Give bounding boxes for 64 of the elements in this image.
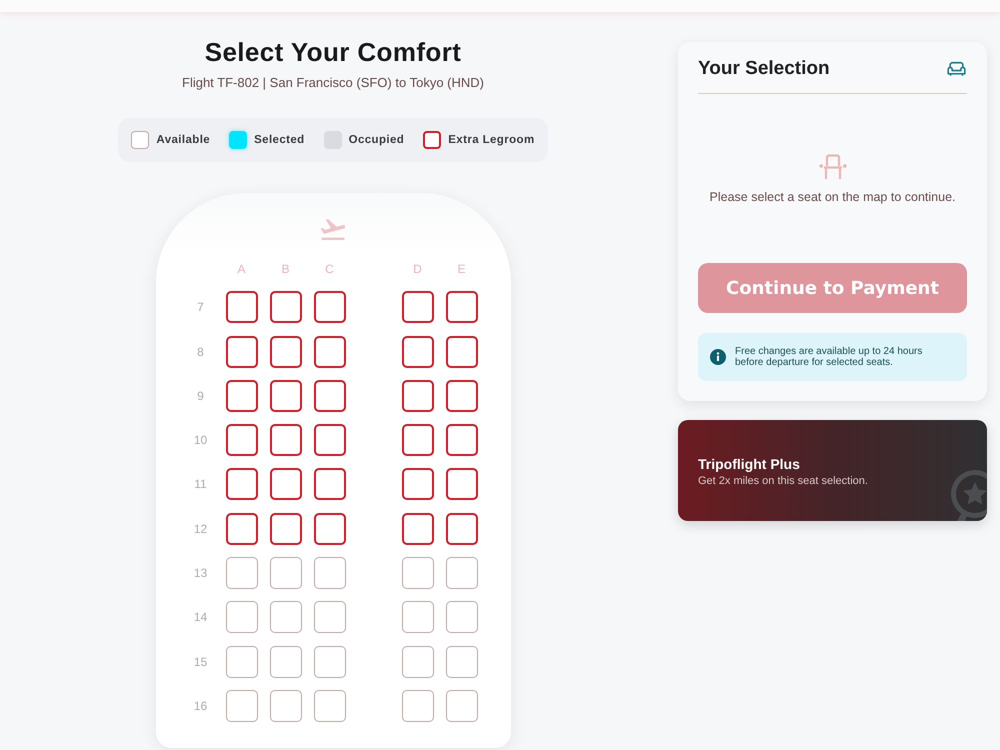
seat[interactable] <box>270 380 302 412</box>
seat[interactable] <box>446 380 478 412</box>
seat[interactable] <box>446 468 478 500</box>
row-number: 10 <box>192 433 208 448</box>
seat[interactable] <box>226 424 258 456</box>
info-icon <box>710 349 726 365</box>
row-number: 12 <box>192 522 208 536</box>
seat[interactable] <box>314 380 346 412</box>
seat[interactable] <box>402 380 434 412</box>
sofa-icon <box>947 61 966 77</box>
legend-swatch-icon <box>423 131 442 149</box>
seat[interactable] <box>270 424 302 456</box>
promo-text: Get 2x miles on this seat selection. <box>698 475 868 488</box>
seat[interactable] <box>446 512 478 545</box>
row-number: 9 <box>196 388 205 403</box>
column-letter: A <box>236 262 246 276</box>
medal-icon <box>951 470 987 521</box>
promo-title: Tripoflight Plus <box>698 456 800 473</box>
seat[interactable] <box>402 468 434 500</box>
flight-info: Flight TF-802 | San Francisco (SFO) to Tokyo (HND) <box>182 74 484 91</box>
seat[interactable] <box>226 380 258 412</box>
seat[interactable] <box>270 291 302 324</box>
empty-state-message: Please select a seat on the map to continue. <box>710 189 956 205</box>
seat[interactable] <box>314 291 346 324</box>
column-letter: B <box>280 262 290 276</box>
row-number: 15 <box>192 654 208 669</box>
notice-text: Free changes are available up to 24 hours before departure for selected seats. <box>735 346 924 368</box>
page-title: Select Your Comfort <box>204 36 462 68</box>
seat[interactable] <box>446 291 478 324</box>
column-letter: D <box>412 262 423 276</box>
seat[interactable] <box>402 336 434 368</box>
seat[interactable] <box>314 512 346 545</box>
seat[interactable] <box>270 468 302 500</box>
seat[interactable] <box>226 336 258 368</box>
seat[interactable] <box>226 512 258 545</box>
seat[interactable] <box>314 336 346 368</box>
seat[interactable] <box>270 336 302 368</box>
row-number: 14 <box>192 610 208 624</box>
row-number: 7 <box>196 300 205 314</box>
row-number: 11 <box>193 477 208 492</box>
seat[interactable] <box>270 512 302 545</box>
chair-icon <box>818 154 846 180</box>
takeoff-icon <box>321 219 345 240</box>
seat[interactable] <box>314 468 346 500</box>
legend-label: Extra Legroom <box>448 134 535 146</box>
seat[interactable] <box>226 468 258 500</box>
seat[interactable] <box>402 291 434 324</box>
seat[interactable] <box>226 291 258 324</box>
row-number: 13 <box>192 566 208 580</box>
column-letter: C <box>324 262 335 276</box>
seat[interactable] <box>314 424 346 456</box>
legend-label: Available <box>156 134 210 146</box>
legend-swatch-icon <box>131 131 150 149</box>
row-number: 16 <box>192 698 208 713</box>
legend-label: Selected <box>254 134 305 146</box>
column-letter: E <box>456 262 466 276</box>
panel-title: Your Selection <box>698 58 830 80</box>
seat[interactable] <box>402 424 434 456</box>
legend-label: Occupied <box>348 134 404 146</box>
seat[interactable] <box>446 424 478 456</box>
seat[interactable] <box>446 336 478 368</box>
seat[interactable] <box>402 512 434 545</box>
legend-swatch-icon <box>229 131 248 149</box>
row-number: 8 <box>196 344 205 359</box>
